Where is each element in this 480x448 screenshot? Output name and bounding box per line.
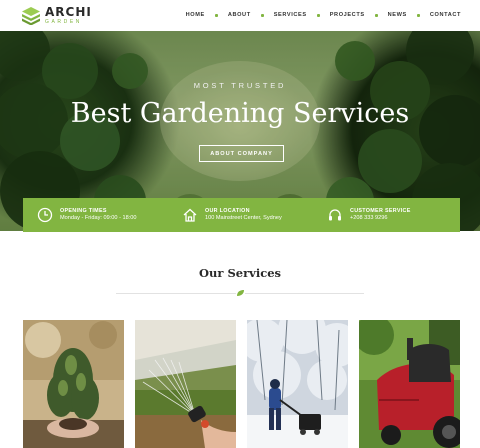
home-icon — [183, 208, 197, 222]
clock-icon — [37, 207, 53, 223]
services-heading: Our Services — [199, 266, 281, 280]
service-card-watering[interactable] — [135, 320, 236, 448]
about-company-button[interactable]: ABOUT COMPANY — [199, 145, 284, 162]
info-label: OUR LOCATION — [205, 208, 250, 215]
nav-services[interactable]: SERVICES — [274, 12, 307, 18]
nav-projects[interactable]: PROJECTS — [330, 12, 365, 18]
info-value: +208 333 9296 — [350, 214, 388, 221]
services-cards — [23, 320, 460, 448]
info-label: OPENING TIMES — [60, 208, 107, 215]
nav-about[interactable]: ABOUT — [228, 12, 251, 18]
info-bar: OPENING TIMES Monday - Friday: 09:00 - 1… — [23, 198, 460, 232]
lawn-mower-photo — [359, 320, 460, 448]
nav-separator — [214, 13, 218, 17]
info-value: Monday - Friday: 09:00 - 18:00 — [60, 214, 137, 221]
nav-separator — [260, 13, 264, 17]
main-nav: HOME ABOUT SERVICES PROJECTS NEWS CONTAC… — [186, 12, 461, 18]
info-location: OUR LOCATION 100 Mainstreet Center, Sydn… — [182, 198, 282, 232]
nav-home[interactable]: HOME — [186, 12, 205, 18]
site-header: ARCHI GARDEN HOME ABOUT SERVICES PROJECT… — [0, 0, 480, 31]
snow-blower-photo — [247, 320, 348, 448]
nav-separator — [374, 13, 378, 17]
watering-hose-photo — [135, 320, 236, 448]
service-card-lawn-mowing[interactable] — [359, 320, 460, 448]
info-label: CUSTOMER SERVICE — [350, 208, 411, 215]
nav-news[interactable]: NEWS — [388, 12, 407, 18]
info-customer-service: CUSTOMER SERVICE +208 333 9296 — [327, 198, 411, 232]
nav-separator — [316, 13, 320, 17]
leaf-icon — [236, 289, 245, 297]
logo-title: ARCHI — [45, 5, 92, 19]
nav-contact[interactable]: CONTACT — [430, 12, 461, 18]
logo-subtitle: GARDEN — [45, 19, 82, 25]
headset-icon — [329, 209, 341, 221]
info-opening-times: OPENING TIMES Monday - Friday: 09:00 - 1… — [37, 198, 137, 232]
logo-icon — [22, 7, 40, 25]
service-card-snow-removal[interactable] — [247, 320, 348, 448]
info-value: 100 Mainstreet Center, Sydney — [205, 214, 282, 221]
hero-eyebrow: MOST TRUSTED — [193, 81, 287, 90]
nav-separator — [416, 13, 420, 17]
plant-photo — [23, 320, 124, 448]
logo[interactable]: ARCHI GARDEN — [22, 6, 92, 25]
hero-title: Best Gardening Services — [70, 98, 410, 129]
service-card-plant[interactable] — [23, 320, 124, 448]
